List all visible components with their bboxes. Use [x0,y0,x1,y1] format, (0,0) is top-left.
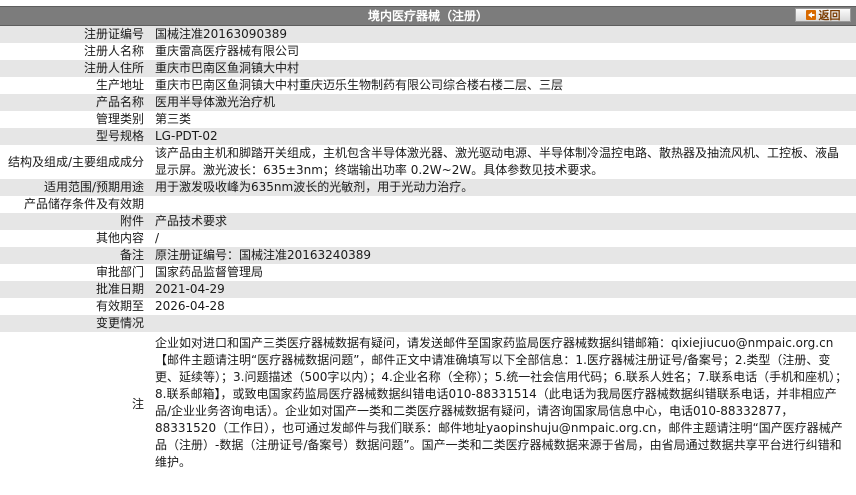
field-label: 注册人住所 [83,61,144,75]
table-row: 型号规格 LG-PDT-02 [0,128,856,145]
table-row: 变更情况 [0,315,856,332]
table-row: 适用范围/预期用途 用于激发吸收峰为635nm波长的光敏剂，用于光动力治疗。 [0,179,856,196]
field-label: 其他内容 [95,231,144,245]
field-value: 国家药品监督管理局 [155,265,264,279]
table-row: 审批部门 国家药品监督管理局 [0,264,856,281]
back-button-label: 返回 [818,9,841,22]
field-label: 管理类别 [95,112,144,126]
field-label: 审批部门 [95,265,144,279]
table-row: 注册人住所 重庆市巴南区鱼洞镇大中村 [0,60,856,77]
table-row: 生产地址 重庆市巴南区鱼洞镇大中村重庆迈乐生物制药有限公司综合楼右楼二层、三层 [0,77,856,94]
table-row: 注册人名称 重庆雷高医疗器械有限公司 [0,43,856,60]
field-value: 2026-04-28 [155,299,225,313]
field-label: 附件 [119,214,144,228]
field-value: 重庆市巴南区鱼洞镇大中村 [155,61,300,75]
field-value: 医用半导体激光治疗机 [155,95,276,109]
field-label: 注册证编号 [83,27,144,41]
table-row: 产品储存条件及有效期 [0,196,856,213]
field-label: 有效期至 [95,299,144,313]
note-label-text: 注 [131,396,144,411]
field-value: 重庆市巴南区鱼洞镇大中村重庆迈乐生物制药有限公司综合楼右楼二层、三层 [155,78,564,92]
table-row: 批准日期 2021-04-29 [0,281,856,298]
field-label: 适用范围/预期用途 [43,180,144,194]
field-label: 产品储存条件及有效期 [23,197,144,211]
field-value: 用于激发吸收峰为635nm波长的光敏剂，用于光动力治疗。 [155,180,474,194]
table-row: 附件 产品技术要求 [0,213,856,230]
field-label: 备注 [119,248,144,262]
page-title: 境内医疗器械（注册） [367,9,488,23]
table-row: 注册证编号 国械注准20163090389 [0,26,856,43]
field-value: 重庆雷高医疗器械有限公司 [155,44,300,58]
table-row: 备注 原注册证编号：国械注准20163240389 [0,247,856,264]
field-label: 注册人名称 [83,44,144,58]
field-value: 第三类 [155,112,192,126]
back-arrow-icon [805,10,816,20]
field-label: 变更情况 [95,316,144,330]
note-label: 注 [0,332,146,476]
field-value: LG-PDT-02 [155,129,218,143]
field-value: / [155,231,160,245]
field-label: 生产地址 [95,78,144,92]
field-value: 该产品由主机和脚踏开关组成，主机包含半导体激光器、激光驱动电源、半导体制冷温控电… [155,146,840,177]
table-row: 有效期至 2026-04-28 [0,298,856,315]
note-text: 企业如对进口和国产三类医疗器械数据有疑问，请发送邮件至国家药监局医疗器械数据纠错… [155,336,848,469]
detail-table: 注册证编号 国械注准20163090389 注册人名称 重庆雷高医疗器械有限公司… [0,26,856,476]
field-value: 原注册证编号：国械注准20163240389 [155,248,371,262]
back-button[interactable]: 返回 [795,8,851,22]
field-value: 2021-04-29 [155,282,225,296]
table-row: 管理类别 第三类 [0,111,856,128]
field-value: 国械注准20163090389 [155,27,287,41]
field-label: 型号规格 [95,129,144,143]
field-value: 产品技术要求 [155,214,228,228]
field-label: 产品名称 [95,95,144,109]
field-label-text: 结构及组成/主要组成成分 [7,154,144,169]
table-row: 产品名称 医用半导体激光治疗机 [0,94,856,111]
table-row: 结构及组成/主要组成成分 该产品由主机和脚踏开关组成，主机包含半导体激光器、激光… [0,145,856,179]
note-row: 注 企业如对进口和国产三类医疗器械数据有疑问，请发送邮件至国家药监局医疗器械数据… [0,332,856,476]
field-label: 批准日期 [95,282,144,296]
page-header: 境内医疗器械（注册） 返回 [0,6,856,26]
table-row: 其他内容 / [0,230,856,247]
field-label: 结构及组成/主要组成成分 [0,145,146,179]
